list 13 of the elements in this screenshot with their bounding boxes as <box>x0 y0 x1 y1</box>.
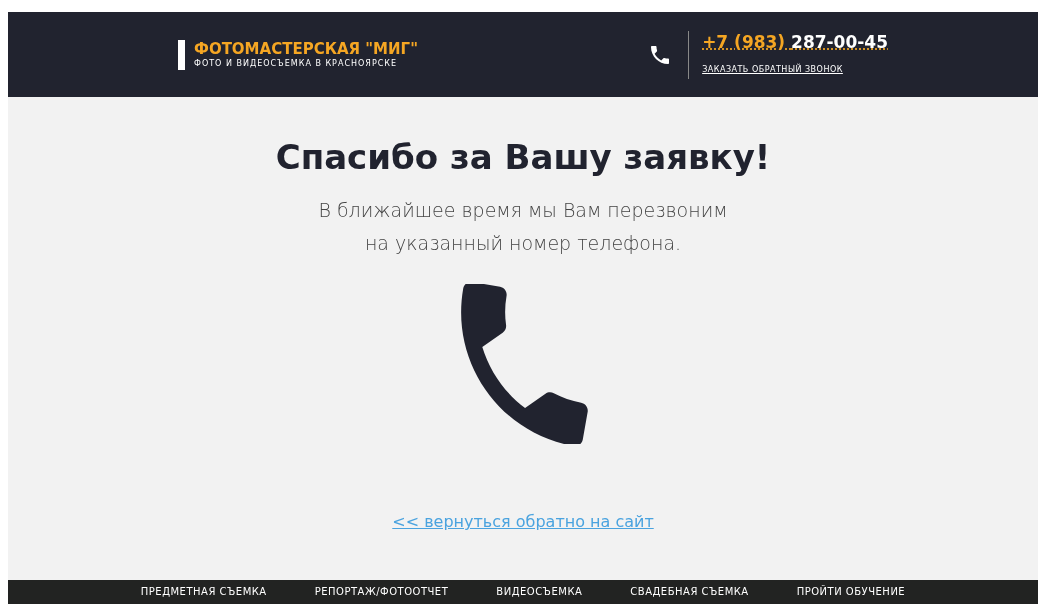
phone-link[interactable]: +7 (983) 287-00-45 <box>702 31 888 52</box>
message-line: на указанный номер телефона. <box>363 231 683 257</box>
brand-bar <box>178 39 185 70</box>
footer-nav-link[interactable]: СВАДЕБНАЯ СЪЕМКА <box>630 587 749 597</box>
footer-nav-link[interactable]: ВИДЕОСЪЕМКА <box>496 587 583 597</box>
footer-nav-link[interactable]: ПРОЙТИ ОБУЧЕНИЕ <box>796 587 906 597</box>
brand-name: ФОТОМАСТЕРСКАЯ "МИГ" <box>194 39 418 58</box>
callback-link[interactable]: ЗАКАЗАТЬ ОБРАТНЫЙ ЗВОНОК <box>702 64 843 74</box>
message-line: В ближайшее время мы Вам перезвоним <box>318 197 728 223</box>
thank-you-heading: Спасибо за Вашу заявку! <box>275 137 771 178</box>
footer-nav-link[interactable]: РЕПОРТАЖ/ФОТООТЧЕТ <box>314 587 449 597</box>
footer-nav-link[interactable]: ПРЕДМЕТНАЯ СЪЕМКА <box>140 587 267 597</box>
tagline: ФОТО И ВИДЕОСЪЕМКА В КРАСНОЯРСКЕ <box>194 57 399 70</box>
